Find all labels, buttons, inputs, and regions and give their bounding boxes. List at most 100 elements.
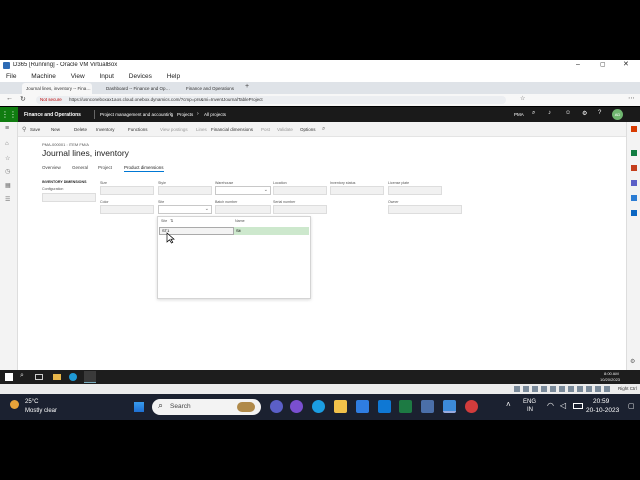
close-button[interactable]: ✕ <box>623 60 629 68</box>
menu-devices[interactable]: Devices <box>129 73 152 80</box>
lang-secondary[interactable]: IN <box>527 407 533 413</box>
lookup-name-cell[interactable]: Sit <box>234 227 309 235</box>
gear-icon[interactable]: ⚙ <box>582 110 587 117</box>
host-clock-date[interactable]: 20-10-2023 <box>586 407 619 414</box>
lookup-col-site[interactable]: Site <box>161 219 167 223</box>
word-icon[interactable] <box>631 165 637 171</box>
teams-icon[interactable] <box>631 180 637 186</box>
company-picker[interactable]: PMA <box>514 112 524 117</box>
office-icon[interactable] <box>631 126 637 132</box>
size-field[interactable] <box>100 186 154 195</box>
config-field[interactable] <box>42 193 96 202</box>
guest-explorer-icon[interactable] <box>53 374 61 380</box>
action-search-icon[interactable]: ⌕ <box>322 126 325 133</box>
menu-input[interactable]: Input <box>99 73 113 80</box>
owner-field[interactable] <box>388 205 462 214</box>
hamburger-icon[interactable]: ≡ <box>5 125 9 132</box>
app-launcher-icon[interactable]: ⋮⋮ <box>0 107 18 122</box>
snipping-icon[interactable] <box>443 400 456 413</box>
virtualbox-icon[interactable] <box>421 400 434 413</box>
menu-machine[interactable]: Machine <box>31 73 56 80</box>
lookup-col-name[interactable]: Name <box>235 219 245 223</box>
filter-icon[interactable]: ⚲ <box>22 126 26 133</box>
guest-search-icon[interactable]: ⌕ <box>20 372 24 380</box>
tab-general[interactable]: General <box>72 165 88 170</box>
bell-icon[interactable]: ♪ <box>548 110 551 116</box>
wifi-icon[interactable]: ◠ <box>547 401 554 410</box>
site-lookup-popup[interactable]: Site ⇅ Name ST1 Sit <box>157 216 311 299</box>
minimize-button[interactable]: – <box>576 61 580 68</box>
guest-taskview-icon[interactable] <box>35 374 43 380</box>
guest-edge-icon[interactable] <box>69 373 77 381</box>
license-plate-field[interactable] <box>388 186 442 195</box>
volume-icon[interactable]: ◁ <box>560 401 566 410</box>
location-field[interactable] <box>273 186 327 195</box>
settings-icon[interactable]: ⚙ <box>630 358 635 365</box>
tab-project[interactable]: Project <box>98 165 112 170</box>
file-explorer-icon[interactable] <box>334 400 347 413</box>
new-tab-icon[interactable]: + <box>245 83 249 90</box>
battery-icon[interactable] <box>573 403 583 409</box>
help-icon[interactable]: ? <box>598 110 601 116</box>
functions-button[interactable]: Functions <box>128 127 148 132</box>
menu-file[interactable]: File <box>6 73 16 80</box>
validate-button[interactable]: Validate <box>277 127 293 132</box>
onenote-icon[interactable] <box>631 195 637 201</box>
smiley-icon[interactable]: ☺ <box>565 110 571 116</box>
search-icon[interactable]: ⌕ <box>532 110 535 117</box>
tab-product-dimensions[interactable]: Product dimensions <box>124 165 164 172</box>
mail-icon[interactable] <box>378 400 391 413</box>
warehouse-field[interactable]: ⌄ <box>215 186 271 195</box>
host-search-box[interactable]: ⌕ Search <box>152 399 261 415</box>
refresh-icon[interactable]: ↻ <box>20 95 26 103</box>
breadcrumb-pma[interactable]: Project management and accounting <box>100 112 173 117</box>
home-icon[interactable]: ⌂ <box>5 141 9 147</box>
browser-tab-journal[interactable]: Journal lines, inventory -- Finan... <box>22 83 92 94</box>
more-icon[interactable]: ⋯ <box>628 94 635 102</box>
guest-browser-icon[interactable] <box>84 371 96 383</box>
browser-tab-dashboard[interactable]: Dashboard -- Finance and Opera... <box>102 83 172 94</box>
financial-dimensions-button[interactable]: Financial dimensions <box>211 127 253 132</box>
excel-icon[interactable] <box>631 150 637 156</box>
post-button[interactable]: Post <box>261 127 270 132</box>
breadcrumb-all-projects[interactable]: All projects <box>204 112 226 117</box>
inventory-status-field[interactable] <box>330 186 384 195</box>
view-postings-button[interactable]: View postings <box>160 127 188 132</box>
new-button[interactable]: New <box>51 127 60 132</box>
windows-start-icon[interactable] <box>133 401 144 412</box>
lang-primary[interactable]: ENG <box>523 399 536 405</box>
tab-overview[interactable]: Overview <box>42 165 61 170</box>
outlook-icon[interactable] <box>631 210 637 216</box>
recorder-icon[interactable] <box>465 400 478 413</box>
delete-button[interactable]: Delete <box>74 127 87 132</box>
excel-taskbar-icon[interactable] <box>399 400 412 413</box>
lines-button[interactable]: Lines <box>196 127 207 132</box>
notification-icon[interactable]: ▢ <box>628 402 635 410</box>
star-icon[interactable]: ☆ <box>520 95 525 102</box>
save-button[interactable]: Save <box>30 127 40 132</box>
workspaces-icon[interactable]: ▦ <box>5 182 11 189</box>
app-brand[interactable]: Finance and Operations <box>24 112 81 118</box>
store-icon[interactable] <box>356 400 369 413</box>
host-clock-time[interactable]: 20:59 <box>593 398 609 405</box>
edge-icon[interactable] <box>312 400 325 413</box>
menu-help[interactable]: Help <box>167 73 180 80</box>
guest-start-icon[interactable] <box>5 373 13 381</box>
options-button[interactable]: Options <box>300 127 316 132</box>
maximize-button[interactable]: ▢ <box>600 61 606 68</box>
back-icon[interactable]: ← <box>6 95 13 102</box>
chat-icon[interactable] <box>270 400 283 413</box>
style-field[interactable] <box>158 186 212 195</box>
lookup-row[interactable]: ST1 Sit <box>159 227 309 235</box>
menu-view[interactable]: View <box>71 73 85 80</box>
avatar[interactable]: AD <box>612 109 623 120</box>
recent-icon[interactable]: ◷ <box>5 168 10 175</box>
address-bar[interactable]: Not secure https://usnconeboxax1aos.clou… <box>36 96 506 104</box>
serial-number-field[interactable] <box>273 205 327 214</box>
browser-tab-finance[interactable]: Finance and Operations <box>182 83 240 94</box>
color-field[interactable] <box>100 205 154 214</box>
copilot-icon[interactable] <box>290 400 303 413</box>
favorites-icon[interactable]: ☆ <box>5 155 10 162</box>
modules-icon[interactable]: ☰ <box>5 196 10 203</box>
tray-chevron-icon[interactable]: ˄ <box>506 400 511 409</box>
